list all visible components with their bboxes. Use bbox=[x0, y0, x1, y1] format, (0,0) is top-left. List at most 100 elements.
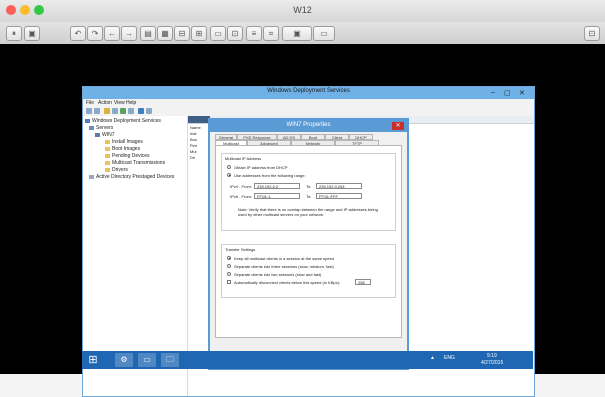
up-icon[interactable] bbox=[104, 108, 110, 114]
same-speed-radio[interactable] bbox=[227, 256, 231, 260]
language-indicator[interactable]: ENG bbox=[444, 355, 455, 361]
vm-settings-button[interactable]: ▣ bbox=[24, 26, 40, 41]
powershell-icon[interactable]: ▭ bbox=[138, 353, 156, 367]
properties-dialog: WIN7 Properties ✕ General PXE Response A… bbox=[208, 118, 409, 370]
back-button[interactable]: ← bbox=[104, 26, 120, 41]
tree-item-servers[interactable]: Servers bbox=[89, 125, 113, 131]
help-icon[interactable] bbox=[138, 108, 144, 114]
dialog-title: WIN7 Properties bbox=[286, 122, 331, 128]
minimize-icon[interactable]: – bbox=[491, 89, 495, 96]
menu-file[interactable]: File bbox=[86, 100, 94, 106]
undo-button[interactable]: ↶ bbox=[70, 26, 86, 41]
ipv6-to-field[interactable]: FF15::FFF bbox=[316, 193, 362, 199]
computer-icon bbox=[95, 132, 100, 137]
group-title: Transfer Settings bbox=[225, 247, 256, 252]
host-window-title: W12 bbox=[293, 5, 312, 15]
ipv6-from-field[interactable]: FF15::1 bbox=[254, 193, 300, 199]
toolbar-button-8[interactable]: ⊟ bbox=[174, 26, 190, 41]
list-item[interactable]: Inst bbox=[190, 131, 196, 136]
three-sessions-label: Separate clients into three sessions (sl… bbox=[234, 264, 334, 269]
menu-bar: File Action View Help bbox=[83, 99, 534, 107]
tray-overflow-icon[interactable]: ▲ bbox=[430, 355, 435, 361]
file-explorer-icon[interactable]: 🗀 bbox=[161, 353, 179, 367]
refresh-icon[interactable] bbox=[120, 108, 126, 114]
sidebar-toggle-button[interactable]: ⊡ bbox=[584, 26, 600, 41]
tree-item-prestaged-devices[interactable]: Active Directory Prestaged Devices bbox=[89, 174, 174, 180]
auto-disconnect-label: Automatically disconnect clients below t… bbox=[234, 280, 341, 285]
tree-item-boot-images[interactable]: Boot Images bbox=[105, 146, 140, 152]
toolbar-button-10[interactable]: ▭ bbox=[210, 26, 226, 41]
ipv4-from-field[interactable]: 239.192.0.2 bbox=[254, 183, 300, 189]
wds-title-bar[interactable]: Windows Deployment Services – ▢ ✕ bbox=[83, 87, 534, 99]
folder-icon bbox=[105, 146, 110, 151]
server-icon bbox=[85, 118, 90, 123]
obtain-dhcp-radio[interactable] bbox=[227, 165, 231, 169]
obtain-dhcp-label: Obtain IP address from DHCP bbox=[234, 165, 288, 170]
tree-item-win7[interactable]: WIN7 bbox=[95, 132, 115, 138]
two-sessions-radio[interactable] bbox=[227, 272, 231, 276]
menu-view[interactable]: View bbox=[114, 100, 125, 106]
selected-header bbox=[188, 116, 210, 123]
toolbar-button-11[interactable]: ⊡ bbox=[227, 26, 243, 41]
same-speed-label: Keep all multicast clients in a session … bbox=[234, 256, 335, 261]
pause-vm-button[interactable]: ⏸ bbox=[6, 26, 22, 41]
toolbar-button-9[interactable]: ⊞ bbox=[191, 26, 207, 41]
windows-start-icon[interactable]: ⊞ bbox=[85, 353, 101, 367]
auto-disconnect-checkbox[interactable] bbox=[227, 280, 231, 284]
list-item[interactable]: Name bbox=[190, 125, 201, 130]
list-item[interactable]: Mul bbox=[190, 149, 196, 154]
export-icon[interactable] bbox=[128, 108, 134, 114]
ipv4-to-label: To: bbox=[306, 184, 312, 189]
list-item[interactable]: Pen bbox=[190, 143, 197, 148]
tree-item-pending-devices[interactable]: Pending Devices bbox=[105, 153, 150, 159]
two-sessions-label: Separate clients into two sessions (slow… bbox=[234, 272, 322, 277]
vm-screen[interactable]: Windows Deployment Services – ▢ ✕ File A… bbox=[0, 44, 605, 397]
forward-icon[interactable] bbox=[94, 108, 100, 114]
show-tree-icon[interactable] bbox=[112, 108, 118, 114]
overlap-note: Note: Verify that there is no overlap be… bbox=[238, 207, 378, 217]
ipv4-to-field[interactable]: 239.192.0.254 bbox=[316, 183, 362, 189]
folder-icon bbox=[105, 153, 110, 158]
three-sessions-radio[interactable] bbox=[227, 264, 231, 268]
use-range-radio[interactable] bbox=[227, 173, 231, 177]
ipv6-to-label: To: bbox=[306, 194, 312, 199]
folder-icon bbox=[105, 167, 110, 172]
toolbar-button-7[interactable]: ▦ bbox=[157, 26, 173, 41]
list-item[interactable]: Dri bbox=[190, 155, 195, 160]
dialog-close-button[interactable]: ✕ bbox=[392, 122, 404, 130]
toolbar-button-12[interactable]: ≡ bbox=[246, 26, 262, 41]
tree-item-wds-root[interactable]: Windows Deployment Services bbox=[85, 118, 161, 124]
wds-window-title: Windows Deployment Services bbox=[267, 88, 350, 94]
taskbar: ⊞ ⚙ ▭ 🗀 ▲ ENG 9:19 4/27/2015 bbox=[82, 351, 533, 369]
folder-icon bbox=[105, 160, 110, 165]
toolbar-button-15[interactable]: ▭ bbox=[313, 26, 335, 41]
dialog-title-bar[interactable]: WIN7 Properties ✕ bbox=[210, 120, 407, 132]
toolbar-button-6[interactable]: ▤ bbox=[140, 26, 156, 41]
forward-button[interactable]: → bbox=[121, 26, 137, 41]
server-manager-icon[interactable]: ⚙ bbox=[115, 353, 133, 367]
host-toolbar: ⏸ ▣ ↶ ↷ ← → ▤ ▦ ⊟ ⊞ ▭ ⊡ ≡ ⌗ ▣ ▭ ⊡ bbox=[0, 22, 605, 45]
redo-button[interactable]: ↷ bbox=[87, 26, 103, 41]
host-title-bar: W12 bbox=[0, 0, 605, 23]
tree-item-install-images[interactable]: Install Images bbox=[105, 139, 143, 145]
clock-date[interactable]: 4/27/2015 bbox=[481, 360, 503, 366]
list-item[interactable]: Boo bbox=[190, 137, 197, 142]
ipv4-from-label: IPv4 - From: bbox=[230, 184, 253, 189]
tree-item-drivers[interactable]: Drivers bbox=[105, 167, 128, 173]
folder-icon bbox=[105, 139, 110, 144]
close-icon[interactable]: ✕ bbox=[519, 89, 525, 97]
properties-icon[interactable] bbox=[146, 108, 152, 114]
menu-action[interactable]: Action bbox=[98, 100, 112, 106]
multicast-tab-page: Multicast IP Address Obtain IP address f… bbox=[215, 145, 402, 338]
group-title: Multicast IP Address bbox=[225, 156, 262, 161]
toolbar-button-14[interactable]: ▣ bbox=[282, 26, 312, 41]
clock-time[interactable]: 9:19 bbox=[487, 353, 497, 359]
transfer-settings-group: Transfer Settings Keep all multicast cli… bbox=[221, 244, 396, 298]
tree-item-multicast[interactable]: Multicast Transmissions bbox=[105, 160, 165, 166]
toolbar-button-13[interactable]: ⌗ bbox=[263, 26, 279, 41]
menu-help[interactable]: Help bbox=[126, 100, 136, 106]
folder-icon bbox=[89, 125, 94, 130]
maximize-icon[interactable]: ▢ bbox=[504, 89, 511, 97]
back-icon[interactable] bbox=[86, 108, 92, 114]
speed-stepper[interactable]: 256 bbox=[355, 279, 371, 285]
